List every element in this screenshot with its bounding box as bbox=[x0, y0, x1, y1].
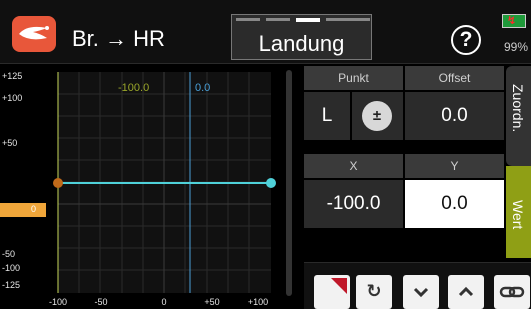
y-tick-label: +100 bbox=[2, 93, 23, 103]
link-button[interactable] bbox=[494, 275, 530, 309]
app-menu-button[interactable] bbox=[12, 16, 56, 52]
y-value-field[interactable]: 0.0 bbox=[405, 180, 504, 228]
tab-wert[interactable]: Wert bbox=[506, 166, 531, 258]
airplane-icon bbox=[19, 26, 49, 40]
value-panel: Punkt Offset L ± 0.0 X Y -100.0 0.0 bbox=[304, 66, 504, 256]
link-icon bbox=[499, 286, 525, 298]
move-up-button[interactable] bbox=[448, 275, 484, 309]
y-tick-label: 0 bbox=[31, 204, 37, 214]
y-tick-label: +50 bbox=[2, 138, 18, 148]
plus-minus-icon: ± bbox=[362, 101, 392, 131]
curve-point-left[interactable] bbox=[53, 178, 63, 188]
y-tick-label: -125 bbox=[2, 280, 21, 290]
tab-wert-label: Wert bbox=[510, 200, 526, 230]
x-readout: -100.0 bbox=[118, 82, 149, 94]
x-tick-label: +50 bbox=[204, 297, 220, 307]
tab-zuordnung[interactable]: Zuordn. bbox=[506, 66, 531, 166]
page-title: Br. → HR bbox=[72, 26, 165, 51]
offset-value[interactable]: 0.0 bbox=[405, 92, 504, 140]
flight-mode-selector[interactable]: Landung bbox=[231, 14, 372, 60]
x-header: X bbox=[304, 154, 403, 178]
y-zero-marker: 0 bbox=[0, 203, 46, 217]
corner-marker-button[interactable] bbox=[314, 275, 350, 309]
refresh-button[interactable]: ↻ bbox=[356, 275, 392, 309]
mode-indicator-bars bbox=[236, 18, 370, 22]
curve-point-right[interactable] bbox=[266, 178, 276, 188]
y-readout: 0.0 bbox=[195, 82, 210, 94]
battery-percent: 99% bbox=[504, 40, 529, 54]
flight-mode-label: Landung bbox=[258, 31, 345, 56]
move-down-button[interactable] bbox=[403, 275, 439, 309]
x-tick-label: -100 bbox=[48, 297, 67, 307]
y-tick-label: -100 bbox=[2, 263, 21, 273]
x-tick-label: 0 bbox=[161, 297, 167, 307]
chevron-up-icon bbox=[458, 286, 474, 297]
punkt-value[interactable]: L bbox=[304, 92, 350, 140]
corner-marker-icon bbox=[331, 278, 347, 294]
bottom-toolbar: ↻ bbox=[304, 262, 531, 309]
offset-header: Offset bbox=[405, 66, 504, 90]
y-tick-label: +125 bbox=[2, 71, 23, 81]
y-header: Y bbox=[405, 154, 504, 178]
y-tick-label: -50 bbox=[2, 249, 16, 259]
vertical-scrollbar[interactable] bbox=[286, 70, 292, 296]
tab-zuordnung-label: Zuordn. bbox=[510, 84, 526, 133]
punkt-toggle-button[interactable]: ± bbox=[352, 92, 403, 140]
chevron-down-icon bbox=[413, 287, 429, 298]
header-bar: Br. → HR Landung ? ↯ 99% bbox=[0, 0, 531, 64]
curve-graph[interactable]: -100.0 0.0 +125 +100 +50 0 -50 -100 -125… bbox=[0, 66, 300, 309]
x-tick-label: +100 bbox=[247, 297, 269, 307]
x-value-field[interactable]: -100.0 bbox=[304, 180, 403, 228]
battery-charging-icon: ↯ bbox=[502, 14, 526, 28]
help-button[interactable]: ? bbox=[451, 25, 481, 55]
punkt-header: Punkt bbox=[304, 66, 403, 90]
curve-plot[interactable]: -100.0 0.0 bbox=[0, 66, 300, 309]
x-tick-label: -50 bbox=[94, 297, 108, 307]
refresh-icon: ↻ bbox=[366, 281, 382, 301]
